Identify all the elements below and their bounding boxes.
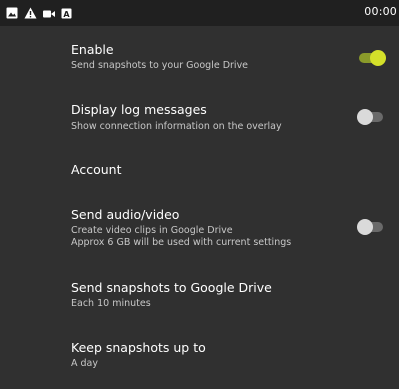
image-icon <box>6 4 18 23</box>
setting-enable-subtitle: Send snapshots to your Google Drive <box>71 60 249 71</box>
warning-icon <box>24 4 37 23</box>
setting-keep-snapshots-title: Keep snapshots up to <box>71 340 206 355</box>
setting-enable[interactable]: Enable Send snapshots to your Google Dri… <box>0 26 399 96</box>
status-bar: A 00:00 <box>0 0 399 26</box>
enable-toggle[interactable] <box>357 50 386 66</box>
setting-send-snapshots-title: Send snapshots to Google Drive <box>71 280 272 295</box>
setting-send-av[interactable]: Send audio/video Create video clips in G… <box>0 196 399 278</box>
setting-send-av-subtitle-line2: Approx 6 GB will be used with current se… <box>71 237 292 248</box>
setting-send-av-subtitle-line1: Create video clips in Google Drive <box>71 225 233 236</box>
setting-enable-title: Enable <box>71 42 114 57</box>
setting-account[interactable]: Account <box>0 150 399 196</box>
video-icon <box>43 4 55 23</box>
setting-display-log[interactable]: Display log messages Show connection inf… <box>0 96 399 150</box>
notification-icon: A <box>61 4 72 23</box>
svg-text:A: A <box>63 9 70 18</box>
toggle-thumb <box>370 50 386 66</box>
setting-send-snapshots[interactable]: Send snapshots to Google Drive Each 10 m… <box>0 278 399 332</box>
status-time: 00:00 <box>364 5 397 18</box>
setting-display-log-subtitle: Show connection information on the overl… <box>71 121 282 132</box>
setting-send-snapshots-subtitle: Each 10 minutes <box>71 298 151 309</box>
toggle-thumb <box>357 219 373 235</box>
setting-account-title: Account <box>71 162 122 177</box>
send-av-toggle[interactable] <box>357 219 385 235</box>
status-icons: A <box>6 6 78 20</box>
setting-keep-snapshots[interactable]: Keep snapshots up to A day <box>0 332 399 389</box>
settings-panel: Enable Send snapshots to your Google Dri… <box>0 26 399 389</box>
setting-display-log-title: Display log messages <box>71 102 207 117</box>
setting-keep-snapshots-subtitle: A day <box>71 358 98 369</box>
display-log-toggle[interactable] <box>357 109 385 125</box>
toggle-thumb <box>357 109 373 125</box>
setting-send-av-title: Send audio/video <box>71 207 180 222</box>
